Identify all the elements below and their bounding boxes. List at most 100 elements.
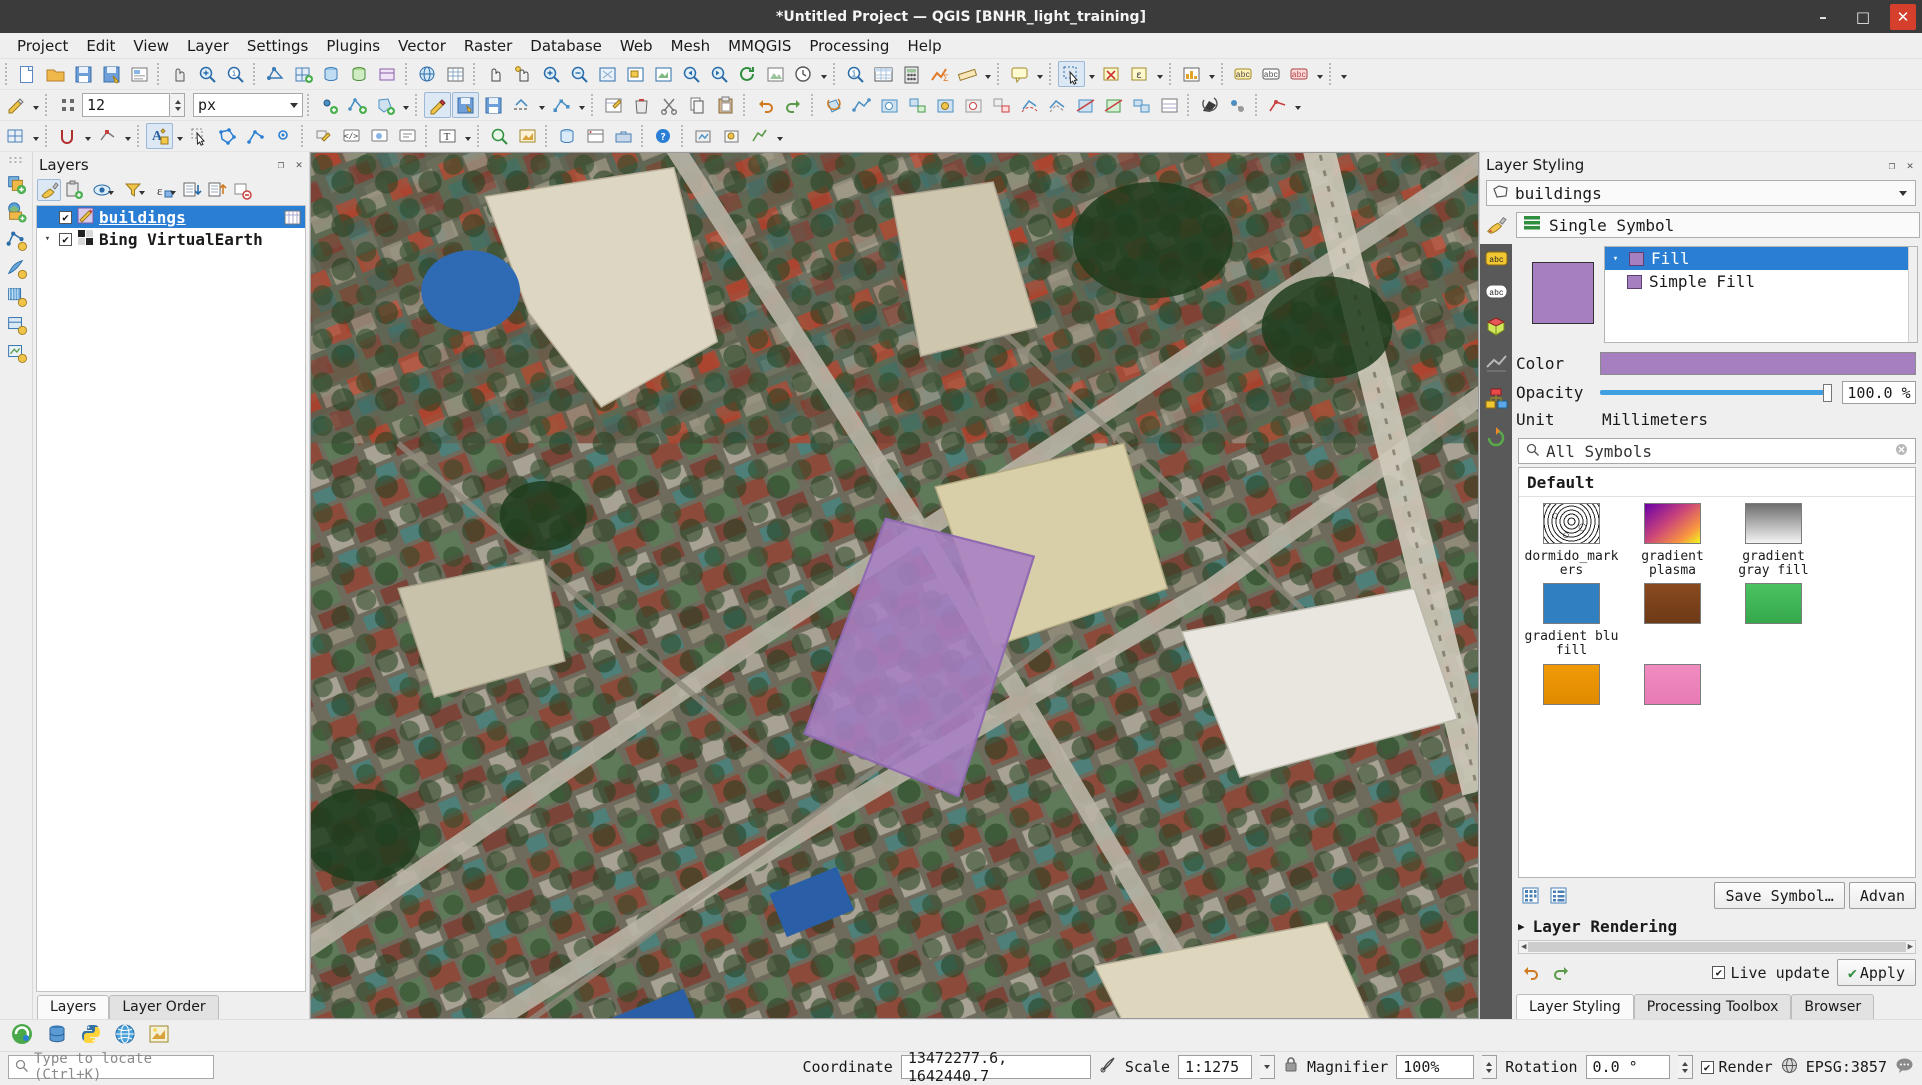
gallery-list-view-icon[interactable] xyxy=(1546,885,1570,907)
add-part-icon[interactable] xyxy=(904,92,931,118)
identify-features-icon[interactable]: i xyxy=(222,61,249,87)
scale-dropdown-arrow[interactable] xyxy=(1260,1055,1275,1079)
remove-layer-icon[interactable] xyxy=(230,179,254,201)
split-parts-icon[interactable] xyxy=(1100,92,1127,118)
symbol-thumb-gradient-plasma[interactable] xyxy=(1644,503,1701,544)
maximize-button[interactable]: □ xyxy=(1850,4,1876,30)
magnifier-spinner[interactable] xyxy=(1482,1055,1497,1079)
chevron-right-icon[interactable]: ▶ xyxy=(1518,920,1525,933)
3d-view-tab-icon[interactable] xyxy=(1485,316,1508,342)
opacity-value[interactable]: 100.0 % xyxy=(1842,381,1916,404)
offset-curve-icon[interactable] xyxy=(1044,92,1071,118)
add-feature-point-icon[interactable] xyxy=(316,92,343,118)
tab-layer-order[interactable]: Layer Order xyxy=(109,995,218,1019)
digitize-dropdown-icon[interactable] xyxy=(536,92,547,118)
form-annotation-icon[interactable] xyxy=(394,123,421,149)
text-tool-icon[interactable]: T xyxy=(434,123,461,149)
help-contents-icon[interactable]: ? xyxy=(650,123,677,149)
open-project-icon[interactable] xyxy=(42,61,69,87)
symbol-tree-row-simple-fill[interactable]: Simple Fill xyxy=(1605,270,1917,293)
processing-tool-2-icon[interactable] xyxy=(718,123,745,149)
undock-panel-icon[interactable]: ❐ xyxy=(275,159,287,171)
measure-dropdown-icon[interactable] xyxy=(982,61,993,87)
gallery-item[interactable] xyxy=(1521,664,1622,711)
select-dropdown-icon[interactable] xyxy=(1086,61,1097,87)
offset-point-symbols-icon[interactable] xyxy=(1224,92,1251,118)
undock-styling-icon[interactable]: ❐ xyxy=(1886,159,1898,171)
render-checkbox[interactable]: ✔ Render xyxy=(1701,1058,1773,1076)
attributes-form-tab-icon[interactable] xyxy=(1485,388,1508,414)
magnifier-value[interactable]: 100% xyxy=(1396,1055,1474,1079)
menu-mmqgis[interactable]: MMQGIS xyxy=(719,35,800,57)
point-annotation-icon[interactable] xyxy=(270,123,297,149)
zoom-next-icon[interactable] xyxy=(706,61,733,87)
locator-search-input[interactable]: Type to locate (Ctrl+K) xyxy=(8,1055,214,1079)
tab-processing-toolbox[interactable]: Processing Toolbox xyxy=(1634,994,1792,1019)
close-styling-icon[interactable]: ✕ xyxy=(1904,159,1916,171)
menu-layer[interactable]: Layer xyxy=(178,35,238,57)
opacity-slider[interactable] xyxy=(1600,382,1832,404)
measure-line-icon[interactable] xyxy=(954,61,981,87)
menu-view[interactable]: View xyxy=(124,35,178,57)
processing-dropdown-icon[interactable] xyxy=(774,123,785,149)
menu-mesh[interactable]: Mesh xyxy=(662,35,720,57)
lock-scale-icon[interactable] xyxy=(1283,1056,1299,1078)
identify-icon[interactable]: i xyxy=(842,61,869,87)
scale-value[interactable]: 1:1275 xyxy=(1178,1055,1252,1079)
delete-ring-icon[interactable] xyxy=(960,92,987,118)
processing-tool-3-icon[interactable] xyxy=(746,123,773,149)
gallery-item[interactable] xyxy=(1723,583,1824,657)
unit-value[interactable]: Millimeters xyxy=(1600,410,1916,429)
label-toolbar-icon[interactable]: abc xyxy=(1230,61,1257,87)
rotate-point-symbols-icon[interactable] xyxy=(1196,92,1223,118)
map-tips-icon[interactable] xyxy=(1006,61,1033,87)
scroll-right-icon[interactable]: ▶ xyxy=(1908,942,1913,952)
zoom-last-icon[interactable] xyxy=(678,61,705,87)
add-mesh-layer-icon[interactable] xyxy=(4,229,28,251)
masks-tab-icon[interactable]: abc xyxy=(1485,283,1508,305)
clear-search-icon[interactable] xyxy=(1895,442,1908,460)
map-tips-dropdown-icon[interactable] xyxy=(1034,61,1045,87)
opacity-handle[interactable] xyxy=(1823,384,1832,402)
delete-selected-icon[interactable] xyxy=(628,92,655,118)
reshape-features-icon[interactable] xyxy=(1016,92,1043,118)
symbol-thumb-orange-fill[interactable] xyxy=(1543,664,1600,705)
menu-project[interactable]: Project xyxy=(8,35,77,57)
digitizing-unit-combo[interactable]: px xyxy=(193,93,303,117)
enable-snapping-icon[interactable] xyxy=(94,123,121,149)
add-raster-layer-icon[interactable] xyxy=(4,201,28,223)
layer-visibility-checkbox[interactable]: ✔ xyxy=(59,233,72,246)
select-features-icon[interactable] xyxy=(1058,61,1085,87)
layer-visibility-checkbox[interactable]: ✔ xyxy=(59,211,72,224)
expand-all-icon[interactable] xyxy=(180,179,204,201)
menu-plugins[interactable]: Plugins xyxy=(317,35,389,57)
delete-part-icon[interactable] xyxy=(988,92,1015,118)
plugin-qos-icon[interactable] xyxy=(514,123,541,149)
messages-icon[interactable] xyxy=(1895,1056,1914,1079)
zoom-in-small-icon[interactable] xyxy=(194,61,221,87)
render-checkbox-box[interactable]: ✔ xyxy=(1701,1061,1714,1074)
save-symbol-button[interactable]: Save Symbol… xyxy=(1714,882,1844,909)
plugin-toolbox-icon[interactable] xyxy=(610,123,637,149)
save-edits-icon[interactable] xyxy=(480,92,507,118)
cut-features-icon[interactable] xyxy=(656,92,683,118)
add-postgis-layer-icon[interactable] xyxy=(4,285,28,307)
apply-button[interactable]: ✔ Apply xyxy=(1837,959,1916,986)
layout-manager-icon[interactable] xyxy=(126,61,153,87)
layer-expander[interactable]: ▾ xyxy=(41,234,54,244)
attribute-table-icon[interactable] xyxy=(870,61,897,87)
coordinate-value[interactable]: 13472277.6, 1642440.7 xyxy=(901,1055,1091,1079)
history-tab-icon[interactable] xyxy=(1485,425,1508,451)
add-spatialite-layer-icon[interactable] xyxy=(4,313,28,335)
zoom-in-icon[interactable] xyxy=(538,61,565,87)
vertex-tool-icon[interactable] xyxy=(548,92,575,118)
gallery-item[interactable] xyxy=(1622,664,1723,711)
enable-snapping-dropdown-icon[interactable] xyxy=(122,123,133,149)
pan-map-2-icon[interactable] xyxy=(482,61,509,87)
rail-grip-handle[interactable] xyxy=(8,156,24,165)
plugin-extra-icon[interactable] xyxy=(148,1023,170,1049)
digitizing-size-spinner[interactable] xyxy=(171,93,185,117)
toggle-editing-icon[interactable] xyxy=(424,92,451,118)
label-dropdown-icon[interactable] xyxy=(1314,61,1325,87)
copy-features-icon[interactable] xyxy=(684,92,711,118)
